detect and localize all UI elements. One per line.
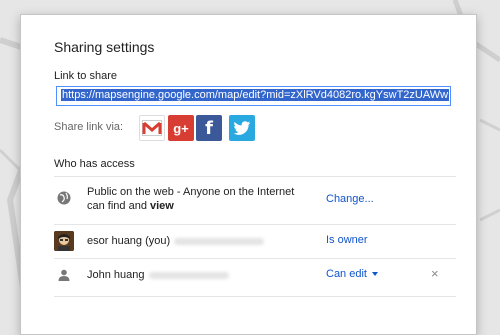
permission-dropdown-label: Can edit [326, 268, 367, 280]
share-link-via-label: Share link via: [54, 121, 124, 133]
google-plus-glyph: g+ [173, 120, 189, 136]
twitter-icon[interactable] [229, 115, 255, 141]
who-has-access-label: Who has access [54, 158, 135, 170]
editor-name-line: John huang [87, 268, 229, 282]
public-access-permission: view [150, 200, 174, 212]
chevron-down-icon [371, 272, 378, 277]
access-row-owner: esor huang (you) Is owner [54, 230, 456, 260]
avatar [54, 231, 74, 251]
link-to-share-label: Link to share [54, 70, 117, 82]
access-row-editor: John huang Can edit × [54, 265, 456, 295]
share-link-field[interactable]: https://mapsengine.google.com/map/edit?m… [56, 86, 451, 106]
public-access-line2: can find and view [87, 199, 294, 213]
owner-name: esor huang (you) [87, 235, 171, 247]
facebook-icon[interactable]: f [196, 115, 222, 141]
access-row-public: Public on the web - Anyone on the Intern… [54, 185, 456, 225]
owner-role-label: Is owner [326, 234, 368, 246]
globe-icon [54, 188, 74, 208]
change-link[interactable]: Change... [326, 193, 374, 205]
divider [54, 296, 456, 297]
editor-name: John huang [87, 269, 145, 281]
owner-name-line: esor huang (you) [87, 234, 265, 248]
dialog-title: Sharing settings [54, 39, 155, 55]
divider [54, 258, 456, 259]
divider [54, 176, 456, 177]
sharing-settings-dialog: Sharing settings Link to share https://m… [20, 14, 477, 335]
facebook-glyph: f [205, 117, 213, 139]
remove-user-button[interactable]: × [431, 266, 439, 281]
permission-dropdown[interactable]: Can edit [326, 268, 378, 280]
redacted-email [174, 237, 265, 245]
public-access-line1: Public on the web - Anyone on the Intern… [87, 186, 295, 198]
person-icon [54, 265, 74, 285]
google-plus-icon[interactable]: g+ [168, 115, 194, 141]
divider [54, 224, 456, 225]
public-access-line2-prefix: can find and [87, 200, 150, 212]
share-link-value: https://mapsengine.google.com/map/edit?m… [61, 89, 450, 101]
redacted-email [148, 271, 229, 279]
public-access-description: Public on the web - Anyone on the Intern… [87, 185, 294, 213]
gmail-icon[interactable] [139, 115, 165, 141]
